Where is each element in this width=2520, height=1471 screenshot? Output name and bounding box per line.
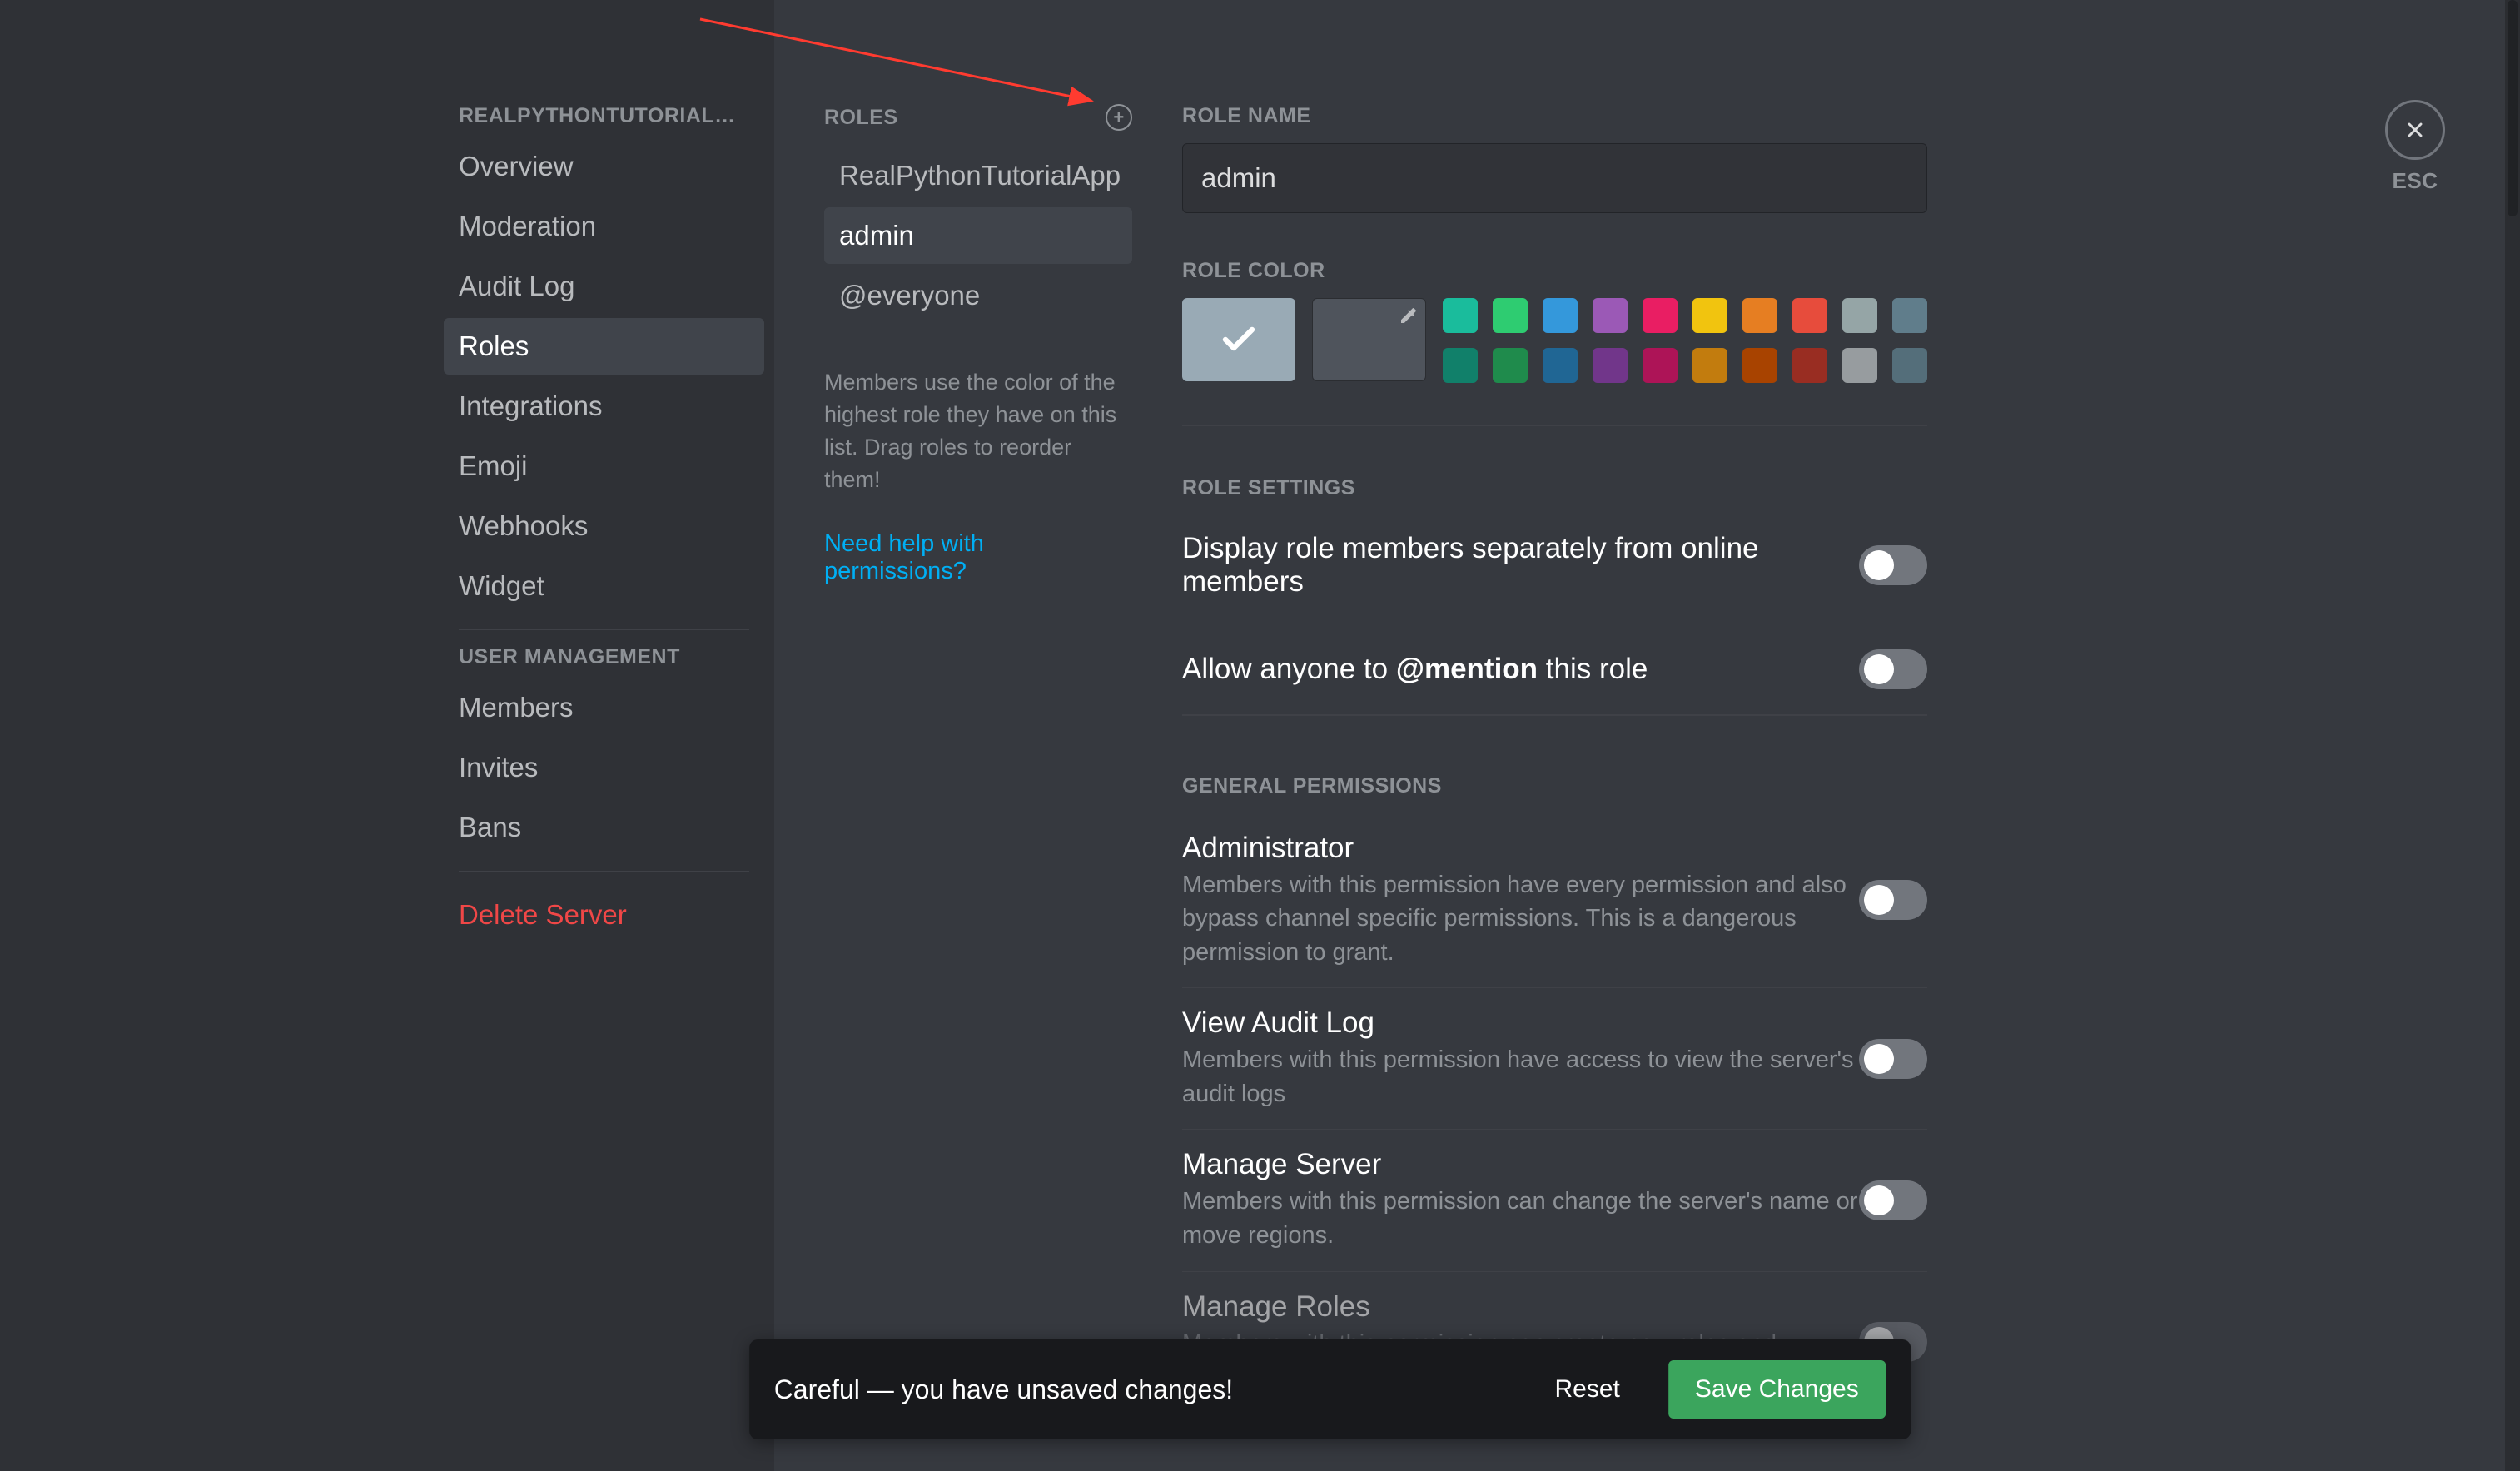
color-swatch[interactable] xyxy=(1593,348,1628,383)
sidebar-item-bans[interactable]: Bans xyxy=(444,799,764,856)
color-swatch[interactable] xyxy=(1792,298,1827,333)
perm-manage-roles-title: Manage Roles xyxy=(1182,1290,1859,1324)
color-swatch[interactable] xyxy=(1493,298,1528,333)
plus-icon: + xyxy=(1113,108,1124,127)
close-icon xyxy=(2403,118,2427,142)
unsaved-changes-bar: Careful — you have unsaved changes! Rese… xyxy=(749,1339,1911,1439)
color-swatch[interactable] xyxy=(1543,348,1578,383)
sidebar-item-webhooks[interactable]: Webhooks xyxy=(444,498,764,554)
color-swatch[interactable] xyxy=(1792,348,1827,383)
roles-hint-text: Members use the color of the highest rol… xyxy=(824,366,1132,497)
perm-audit-log-title: View Audit Log xyxy=(1182,1006,1859,1040)
perm-manage-server-toggle[interactable] xyxy=(1859,1180,1927,1220)
color-swatch[interactable] xyxy=(1643,348,1678,383)
reset-button[interactable]: Reset xyxy=(1532,1364,1643,1415)
color-swatch[interactable] xyxy=(1892,348,1927,383)
mention-title-post: this role xyxy=(1538,653,1648,685)
display-separately-title: Display role members separately from onl… xyxy=(1182,532,1859,599)
sidebar-item-overview[interactable]: Overview xyxy=(444,138,764,195)
divider xyxy=(459,871,749,872)
role-name-label: ROLE NAME xyxy=(1182,104,1927,128)
role-color-label: ROLE COLOR xyxy=(1182,259,1927,283)
sidebar-item-audit-log[interactable]: Audit Log xyxy=(444,258,764,315)
color-swatch[interactable] xyxy=(1842,348,1877,383)
role-name-input[interactable] xyxy=(1182,143,1927,213)
general-permissions-label: GENERAL PERMISSIONS xyxy=(1182,774,1927,798)
perm-administrator-toggle[interactable] xyxy=(1859,880,1927,920)
color-swatch-grid xyxy=(1443,298,1927,383)
divider xyxy=(459,629,749,630)
color-swatch[interactable] xyxy=(1443,298,1478,333)
sidebar-item-widget[interactable]: Widget xyxy=(444,558,764,614)
perm-audit-log-toggle[interactable] xyxy=(1859,1039,1927,1079)
sidebar-item-moderation[interactable]: Moderation xyxy=(444,198,764,255)
divider xyxy=(1182,624,1927,625)
sidebar-item-members[interactable]: Members xyxy=(444,679,764,736)
settings-sidebar: REALPYTHONTUTORIALSERV… Overview Moderat… xyxy=(0,0,774,1471)
unsaved-text: Careful — you have unsaved changes! xyxy=(774,1374,1507,1405)
allow-mention-title: Allow anyone to @mention this role xyxy=(1182,653,1648,686)
role-item-everyone[interactable]: @everyone xyxy=(824,267,1132,324)
allow-mention-toggle[interactable] xyxy=(1859,649,1927,689)
color-swatch[interactable] xyxy=(1643,298,1678,333)
sidebar-item-invites[interactable]: Invites xyxy=(444,739,764,796)
color-swatch[interactable] xyxy=(1543,298,1578,333)
save-changes-button[interactable]: Save Changes xyxy=(1668,1360,1886,1419)
user-management-header: USER MANAGEMENT xyxy=(444,645,764,679)
color-swatch[interactable] xyxy=(1742,348,1777,383)
server-name-header: REALPYTHONTUTORIALSERV… xyxy=(444,104,764,138)
perm-administrator-desc: Members with this permission have every … xyxy=(1182,868,1859,970)
scrollbar-thumb[interactable] xyxy=(2508,0,2518,216)
sidebar-item-roles[interactable]: Roles xyxy=(444,318,764,375)
roles-header-label: ROLES xyxy=(824,106,898,130)
color-swatch[interactable] xyxy=(1742,298,1777,333)
esc-label: ESC xyxy=(2393,168,2438,194)
roles-help-link[interactable]: Need help with permissions? xyxy=(824,530,1132,585)
role-item-realpythontutorialapp[interactable]: RealPythonTutorialApp xyxy=(824,147,1132,204)
perm-administrator-title: Administrator xyxy=(1182,832,1859,865)
sidebar-item-integrations[interactable]: Integrations xyxy=(444,378,764,435)
perm-audit-log-desc: Members with this permission have access… xyxy=(1182,1043,1859,1111)
display-separately-toggle[interactable] xyxy=(1859,545,1927,585)
perm-manage-server-desc: Members with this permission can change … xyxy=(1182,1185,1859,1252)
role-settings-label: ROLE SETTINGS xyxy=(1182,476,1927,500)
divider xyxy=(1182,425,1927,426)
role-settings-content: ROLE NAME ROLE COLOR ROLE SETTINGS Displ… xyxy=(1157,0,2448,1471)
color-swatch[interactable] xyxy=(1892,298,1927,333)
divider xyxy=(1182,714,1927,716)
color-swatch[interactable] xyxy=(1493,348,1528,383)
close-button[interactable] xyxy=(2385,100,2445,160)
add-role-button[interactable]: + xyxy=(1106,104,1132,131)
color-swatch[interactable] xyxy=(1593,298,1628,333)
check-icon xyxy=(1219,320,1259,360)
role-item-admin[interactable]: admin xyxy=(824,207,1132,264)
color-swatch[interactable] xyxy=(1692,348,1727,383)
sidebar-item-emoji[interactable]: Emoji xyxy=(444,438,764,494)
custom-color-picker[interactable] xyxy=(1312,298,1426,381)
perm-manage-server-title: Manage Server xyxy=(1182,1148,1859,1181)
eyedropper-icon xyxy=(1399,306,1419,326)
mention-title-bold: @mention xyxy=(1396,653,1538,685)
scrollbar[interactable] xyxy=(2505,0,2520,1471)
color-swatch[interactable] xyxy=(1692,298,1727,333)
roles-column: ROLES + RealPythonTutorialApp admin @eve… xyxy=(774,0,1157,1471)
mention-title-pre: Allow anyone to xyxy=(1182,653,1396,685)
sidebar-item-delete-server[interactable]: Delete Server xyxy=(444,887,764,943)
default-color-swatch[interactable] xyxy=(1182,298,1295,381)
color-swatch[interactable] xyxy=(1842,298,1877,333)
color-swatch[interactable] xyxy=(1443,348,1478,383)
